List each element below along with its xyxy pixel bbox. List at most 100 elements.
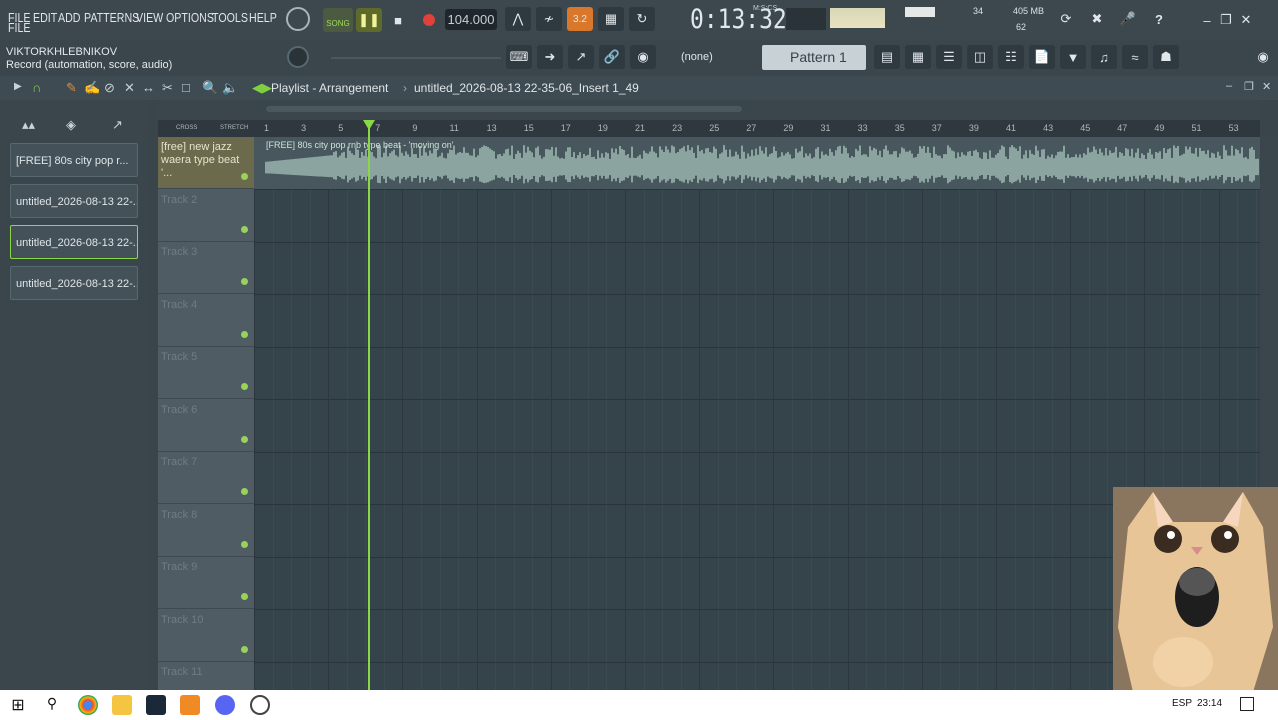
master-volume-knob[interactable] bbox=[286, 7, 310, 31]
track-enable-led[interactable] bbox=[241, 278, 248, 285]
mute-icon[interactable]: ✕ bbox=[124, 80, 135, 96]
record-button[interactable] bbox=[416, 8, 442, 32]
delete-icon[interactable]: ⊘ bbox=[104, 80, 115, 96]
scroll-thumb[interactable] bbox=[266, 106, 742, 112]
track-header[interactable]: Track 6 bbox=[158, 400, 254, 452]
refresh-icon[interactable]: ⟳ bbox=[1053, 7, 1079, 31]
track-enable-led[interactable] bbox=[241, 383, 248, 390]
menu-file[interactable]: FILE bbox=[8, 10, 31, 25]
guitar-icon[interactable]: ♫ bbox=[1091, 45, 1117, 69]
system-clock[interactable]: 23:14 bbox=[1197, 698, 1222, 709]
piano-icon[interactable]: ⌨ bbox=[506, 45, 532, 69]
cart-icon[interactable]: ☗ bbox=[1153, 45, 1179, 69]
plugin-icon[interactable]: ▼ bbox=[1060, 45, 1086, 69]
menu-tools[interactable]: TOOLS bbox=[212, 10, 248, 25]
track-enable-led[interactable] bbox=[241, 330, 248, 338]
browser-icon[interactable]: ☷ bbox=[998, 45, 1024, 69]
track-enable-led[interactable] bbox=[241, 540, 248, 548]
wave-icon[interactable]: ≈ bbox=[1122, 45, 1148, 69]
menu-edit[interactable]: EDIT bbox=[33, 10, 57, 25]
minimize-icon[interactable]: – bbox=[1197, 8, 1217, 32]
playlist-maximize-icon[interactable]: ❐ bbox=[1244, 80, 1254, 93]
tools-icon[interactable]: ✖ bbox=[1084, 7, 1110, 31]
menu-help[interactable]: HELP bbox=[249, 10, 277, 25]
zoom-icon[interactable]: 🔍 bbox=[202, 80, 218, 96]
channel-selector[interactable]: (none) bbox=[681, 51, 713, 63]
pitch-slider[interactable] bbox=[331, 57, 501, 59]
fl-studio-icon[interactable] bbox=[180, 695, 200, 715]
master-pitch-knob[interactable] bbox=[287, 46, 309, 68]
playlist-grid[interactable] bbox=[254, 137, 1260, 690]
mixer-icon[interactable]: ◫ bbox=[967, 45, 993, 69]
track-enable-led[interactable] bbox=[241, 593, 248, 600]
stop-icon[interactable]: ■ bbox=[385, 8, 411, 32]
track-header[interactable]: Track 4 bbox=[158, 295, 254, 347]
search-icon[interactable]: ⚲ bbox=[42, 695, 62, 715]
obs-icon[interactable] bbox=[250, 695, 270, 715]
file-explorer-icon[interactable] bbox=[112, 695, 132, 715]
link-icon[interactable]: 🔗 bbox=[599, 45, 625, 69]
stamp-icon[interactable]: ◉ bbox=[630, 45, 656, 69]
pencil-icon[interactable]: ✎ bbox=[66, 80, 77, 96]
windows-start-icon[interactable]: ⊞ bbox=[8, 695, 28, 715]
snap-icon[interactable]: ↗ bbox=[568, 45, 594, 69]
playhead-marker-icon[interactable] bbox=[363, 120, 375, 130]
track-header[interactable]: Track 10 bbox=[158, 610, 254, 662]
browser-item[interactable]: untitled_2026-08-13 22-... bbox=[10, 184, 138, 218]
browser-snap-icon[interactable]: ▴▴ bbox=[22, 117, 35, 133]
track-header[interactable]: Track 5 bbox=[158, 347, 254, 399]
track-enable-led[interactable] bbox=[241, 435, 248, 443]
playlist-minimize-icon[interactable]: – bbox=[1226, 80, 1232, 92]
playlist-arrows-icon[interactable]: ◀▶ bbox=[252, 80, 272, 96]
channel-rack-icon[interactable]: ☰ bbox=[936, 45, 962, 69]
microphone-icon[interactable]: 🎤 bbox=[1115, 7, 1141, 31]
globe-icon[interactable]: ◉ bbox=[1250, 45, 1276, 69]
restore-icon[interactable]: ❐ bbox=[1216, 8, 1236, 32]
pattern-selector[interactable]: Pattern 1 bbox=[762, 45, 866, 70]
horizontal-scroll[interactable] bbox=[158, 100, 1260, 120]
track-header[interactable]: [free] new jazz waera type beat '... bbox=[158, 137, 254, 189]
language-indicator[interactable]: ESP bbox=[1172, 698, 1192, 709]
close-icon[interactable]: ✕ bbox=[1236, 8, 1256, 32]
playlist-close-icon[interactable]: ✕ bbox=[1262, 80, 1271, 93]
file-icon[interactable]: 📄 bbox=[1029, 45, 1055, 69]
step-edit-icon[interactable]: ▦ bbox=[598, 7, 624, 31]
playlist-icon[interactable]: ▤ bbox=[874, 45, 900, 69]
notification-icon[interactable] bbox=[1240, 697, 1254, 711]
browser-item[interactable]: [FREE] 80s city pop r... bbox=[10, 143, 138, 177]
track-enable-led[interactable] bbox=[241, 645, 248, 653]
track-header[interactable]: Track 2 bbox=[158, 190, 254, 242]
menu-options[interactable]: OPTIONS bbox=[166, 10, 214, 25]
browser-item-selected[interactable]: untitled_2026-08-13 22-... bbox=[10, 225, 138, 259]
metronome-icon[interactable]: ⋀ bbox=[505, 7, 531, 31]
loop-record-icon[interactable]: ↻ bbox=[629, 7, 655, 31]
playhead[interactable] bbox=[368, 120, 370, 690]
brush-icon[interactable]: ✍ bbox=[84, 80, 100, 96]
track-header[interactable]: Track 8 bbox=[158, 505, 254, 557]
discord-icon[interactable] bbox=[215, 695, 235, 715]
track-enable-led[interactable] bbox=[241, 173, 248, 180]
magnet-icon[interactable]: ∩ bbox=[32, 80, 41, 95]
menu-view[interactable]: VIEW bbox=[136, 10, 163, 25]
browser-automation-icon[interactable]: ↗ bbox=[112, 117, 123, 133]
steam-icon[interactable] bbox=[146, 695, 166, 715]
piano-roll-icon[interactable]: ▦ bbox=[905, 45, 931, 69]
track-header[interactable]: Track 7 bbox=[158, 452, 254, 504]
track-header[interactable]: Track 9 bbox=[158, 557, 254, 609]
help-icon[interactable]: ? bbox=[1146, 7, 1172, 31]
pause-icon[interactable]: ❚❚ bbox=[356, 8, 382, 32]
slip-icon[interactable]: ↔ bbox=[142, 80, 155, 95]
slice-icon[interactable]: ✂ bbox=[162, 80, 173, 96]
chrome-icon[interactable] bbox=[78, 695, 98, 715]
menu-add[interactable]: ADD bbox=[58, 10, 81, 25]
track-enable-led[interactable] bbox=[241, 488, 248, 495]
track-header[interactable]: Track 3 bbox=[158, 242, 254, 294]
track-enable-led[interactable] bbox=[241, 225, 248, 233]
arrow-right-icon[interactable]: ➜ bbox=[537, 45, 563, 69]
browser-wave-icon[interactable]: ◈ bbox=[66, 117, 76, 133]
select-icon[interactable]: □ bbox=[182, 80, 190, 95]
countdown-icon[interactable]: 3.2 bbox=[567, 7, 593, 31]
speaker-icon[interactable]: 🔈 bbox=[222, 80, 238, 96]
timeline-ruler[interactable]: 1 3 5 7 9 11 13 15 17 19 21 23 25 27 29 31 33 35 37 39 41 43 4… bbox=[254, 120, 1260, 137]
song-mode-toggle[interactable]: SONG bbox=[323, 8, 353, 32]
